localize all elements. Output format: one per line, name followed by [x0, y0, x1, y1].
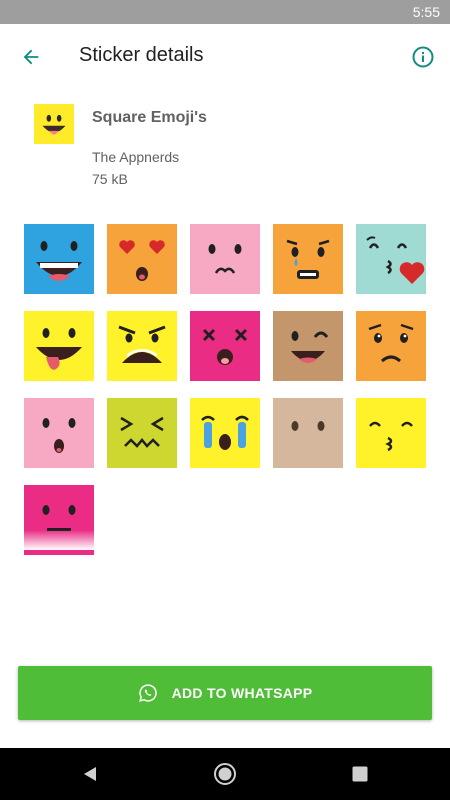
arrow-back-icon: [23, 49, 39, 65]
info-icon: [412, 46, 434, 68]
add-to-whatsapp-label: ADD TO WHATSAPP: [171, 685, 313, 701]
sticker-dizzy[interactable]: [190, 311, 260, 381]
page-title: Sticker details: [79, 44, 204, 66]
nav-back-button[interactable]: [74, 758, 106, 790]
system-nav-bar: [0, 748, 450, 800]
sticker-tongue-out[interactable]: [24, 311, 94, 381]
nav-back-icon: [84, 767, 96, 781]
pack-name: Square Emoji's: [92, 109, 207, 126]
back-button[interactable]: [14, 40, 48, 74]
sticker-surprised[interactable]: [24, 398, 94, 468]
sticker-grinning[interactable]: [24, 224, 94, 294]
sticker-winking[interactable]: [273, 311, 343, 381]
nav-recents-icon: [352, 766, 368, 782]
sticker-confounded[interactable]: [107, 398, 177, 468]
nav-recents-button[interactable]: [344, 758, 376, 790]
sticker-angry-grimace[interactable]: [107, 311, 177, 381]
pack-size: 75 kB: [92, 171, 128, 187]
add-to-whatsapp-button[interactable]: ADD TO WHATSAPP: [18, 666, 432, 720]
sticker-kiss-heart[interactable]: [356, 224, 426, 294]
sticker-worried[interactable]: [356, 311, 426, 381]
nav-home-button[interactable]: [209, 758, 241, 790]
nav-home-icon: [214, 763, 236, 785]
sticker-kissing[interactable]: [356, 398, 426, 468]
status-bar: 5:55: [0, 0, 450, 24]
sticker-crying[interactable]: [190, 398, 260, 468]
pack-tray-icon: [34, 104, 74, 144]
sticker-heart-eyes[interactable]: [107, 224, 177, 294]
sticker-anxious-sweat[interactable]: [273, 224, 343, 294]
app-bar: Sticker details: [0, 24, 450, 90]
whatsapp-icon: [138, 684, 157, 702]
info-button[interactable]: [408, 42, 438, 72]
pack-publisher: The Appnerds: [92, 149, 180, 165]
sticker-no-mouth[interactable]: [273, 398, 343, 468]
list-fade-overlay: [24, 530, 96, 550]
sticker-confused[interactable]: [190, 224, 260, 294]
status-time: 5:55: [412, 4, 440, 20]
